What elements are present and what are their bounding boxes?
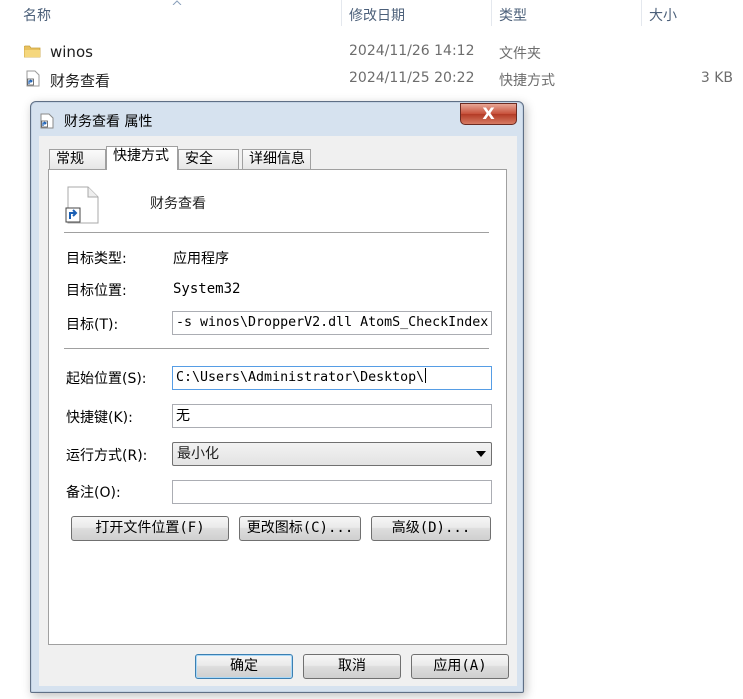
dropdown-arrow-icon (476, 451, 486, 457)
close-button[interactable]: X (460, 103, 517, 125)
shortcut-icon (26, 70, 40, 87)
target-input[interactable]: -s winos\DropperV2.dll AtomS_CheckIndex (172, 311, 492, 335)
target-type-label: 目标类型: (66, 251, 127, 267)
shortcut-tab-panel: 财务查看 目标类型: 应用程序 目标位置: System32 目标(T): -s… (48, 169, 507, 645)
file-date: 2024/11/26 14:12 (349, 43, 475, 59)
column-date[interactable]: 修改日期 (349, 5, 405, 25)
file-size: 3 KB (700, 70, 733, 86)
apply-button[interactable]: 应用(A) (411, 654, 509, 679)
file-row-shortcut[interactable]: 财务查看 2024/11/25 20:22 快捷方式 3 KB (0, 66, 743, 92)
dialog-client-area: 常规 快捷方式 安全 详细信息 财务查看 目标类型: 应用程序 目标位置: Sy… (39, 136, 517, 686)
column-header-bar: 名称 修改日期 类型 大小 (0, 0, 743, 30)
dialog-titlebar[interactable]: 财务查看 属性 X (31, 102, 523, 136)
column-separator[interactable] (341, 0, 342, 26)
start-in-label: 起始位置(S): (66, 371, 147, 387)
start-in-value: C:\Users\Administrator\Desktop\ (176, 370, 425, 385)
target-location-label: 目标位置: (66, 283, 127, 299)
comment-label: 备注(O): (66, 485, 121, 501)
properties-dialog: 财务查看 属性 X 常规 快捷方式 安全 详细信息 财务查看 目标类型: 应用程… (30, 101, 524, 693)
target-type-value: 应用程序 (173, 251, 229, 267)
open-file-location-button[interactable]: 打开文件位置(F) (71, 516, 229, 541)
column-separator[interactable] (491, 0, 492, 26)
folder-icon (24, 45, 41, 58)
file-name: 财务查看 (50, 72, 111, 90)
ok-button[interactable]: 确定 (195, 654, 293, 679)
tab-label: 快捷方式 (113, 148, 169, 164)
file-type: 文件夹 (499, 46, 541, 62)
start-in-input[interactable]: C:\Users\Administrator\Desktop\ (172, 366, 492, 390)
column-type[interactable]: 类型 (499, 5, 527, 25)
column-name[interactable]: 名称 (23, 5, 51, 25)
tab-security[interactable]: 安全 (178, 149, 239, 169)
target-location-value: System32 (173, 281, 241, 297)
shortcut-name: 财务查看 (150, 196, 206, 212)
tab-details[interactable]: 详细信息 (242, 149, 311, 169)
close-icon: X (482, 104, 495, 123)
hotkey-input[interactable]: 无 (172, 404, 492, 428)
cancel-button[interactable]: 取消 (303, 654, 401, 679)
hotkey-label: 快捷键(K): (66, 410, 133, 426)
column-size[interactable]: 大小 (649, 5, 677, 25)
sort-arrow-icon (172, 0, 182, 5)
shortcut-file-icon (65, 186, 99, 224)
change-icon-button[interactable]: 更改图标(C)... (239, 516, 361, 541)
run-label: 运行方式(R): (66, 448, 148, 464)
tab-label: 常规 (56, 151, 84, 167)
file-type: 快捷方式 (499, 73, 555, 89)
divider (64, 232, 489, 234)
file-date: 2024/11/25 20:22 (349, 70, 475, 86)
divider (64, 348, 489, 350)
advanced-button[interactable]: 高级(D)... (371, 516, 491, 541)
tab-label: 安全 (185, 151, 213, 167)
shortcut-icon (40, 113, 54, 129)
tab-general[interactable]: 常规 (49, 149, 106, 169)
run-select[interactable]: 最小化 (172, 442, 492, 466)
comment-input[interactable] (172, 480, 492, 504)
dialog-title: 财务查看 属性 (64, 114, 153, 130)
text-caret (425, 368, 427, 383)
target-label: 目标(T): (66, 317, 119, 333)
file-row-winos[interactable]: winos 2024/11/26 14:12 文件夹 (0, 39, 743, 65)
tab-shortcut[interactable]: 快捷方式 (106, 146, 178, 170)
run-select-value: 最小化 (177, 446, 219, 462)
file-name: winos (50, 43, 93, 61)
tab-label: 详细信息 (249, 151, 305, 167)
column-separator[interactable] (641, 0, 642, 26)
